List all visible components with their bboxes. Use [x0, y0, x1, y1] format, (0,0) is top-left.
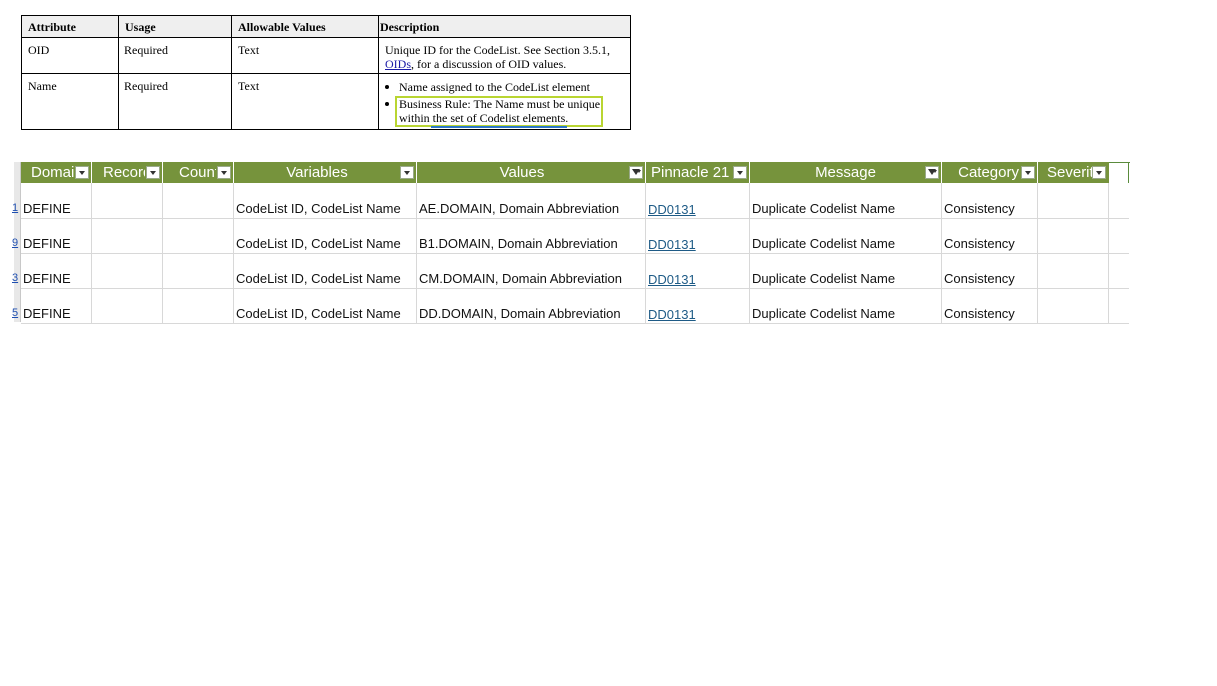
spec-col-divider	[231, 15, 232, 130]
cell-domain[interactable]: DEFINE	[23, 236, 71, 251]
spec-header-row	[21, 15, 631, 38]
spec-cell-usage: Required	[124, 79, 168, 93]
cell-domain[interactable]: DEFINE	[23, 201, 71, 216]
spreadsheet: Domai Record Count Variables Values Pinn…	[0, 162, 1130, 324]
cell-message[interactable]: Duplicate Codelist Name	[752, 201, 895, 216]
col-header-pinnacle-21[interactable]: Pinnacle 21	[651, 162, 733, 183]
cell-category[interactable]: Consistency	[944, 236, 1015, 251]
spec-bullet-text: Name assigned to the CodeList element	[399, 80, 590, 94]
grid-line	[21, 253, 1129, 254]
col-header-values[interactable]: Values	[417, 162, 645, 183]
spec-table: Attribute Usage Allowable Values Descrip…	[21, 15, 631, 130]
cell-message[interactable]: Duplicate Codelist Name	[752, 236, 895, 251]
grid-line	[21, 323, 1129, 324]
spec-header-description: Description	[380, 20, 440, 34]
header-separator	[1037, 162, 1038, 183]
col-header-variables[interactable]: Variables	[234, 162, 416, 183]
row-number[interactable]: 5	[12, 307, 20, 319]
spec-bullet-text: Business Rule: The Name must be unique	[399, 97, 601, 111]
col-header-domain[interactable]: Domai	[31, 162, 75, 183]
col-header-record[interactable]: Record	[103, 162, 145, 183]
chevron-down-icon	[1096, 171, 1102, 175]
oids-link[interactable]: OIDs	[385, 57, 411, 71]
header-separator	[162, 162, 163, 183]
filter-dropdown-pinnacle-21[interactable]	[733, 166, 747, 179]
cell-values[interactable]: CM.DOMAIN, Domain Abbreviation	[419, 271, 622, 286]
row-number[interactable]: 9	[12, 237, 20, 249]
cell-domain[interactable]: DEFINE	[23, 271, 71, 286]
spec-header-usage: Usage	[125, 20, 156, 34]
cell-message[interactable]: Duplicate Codelist Name	[752, 306, 895, 321]
spec-header-allowable-values: Allowable Values	[238, 20, 326, 34]
spec-row-divider	[21, 73, 631, 74]
spec-cell-description: Unique ID for the CodeList. See Section …	[385, 43, 610, 57]
spec-col-divider	[378, 15, 379, 130]
spec-row-divider	[21, 129, 631, 130]
pinnacle-rule-link[interactable]: DD0131	[648, 237, 696, 252]
cell-variables[interactable]: CodeList ID, CodeList Name	[236, 306, 401, 321]
spec-col-divider	[630, 15, 631, 130]
grid-line	[21, 288, 1129, 289]
cell-category[interactable]: Consistency	[944, 271, 1015, 286]
spec-cell-allowable: Text	[238, 43, 260, 57]
cell-border	[1128, 162, 1129, 183]
pinnacle-rule-link[interactable]: DD0131	[648, 307, 696, 322]
spec-cell-allowable: Text	[238, 79, 260, 93]
col-header-count[interactable]: Count	[179, 162, 216, 183]
grid-line	[21, 218, 1129, 219]
bullet-icon	[385, 102, 389, 106]
cell-variables[interactable]: CodeList ID, CodeList Name	[236, 201, 401, 216]
cell-category[interactable]: Consistency	[944, 201, 1015, 216]
cell-variables[interactable]: CodeList ID, CodeList Name	[236, 271, 401, 286]
cell-values[interactable]: DD.DOMAIN, Domain Abbreviation	[419, 306, 621, 321]
spec-col-divider	[21, 15, 22, 130]
chevron-down-icon	[79, 171, 85, 175]
chevron-down-icon	[1025, 171, 1031, 175]
cell-values[interactable]: AE.DOMAIN, Domain Abbreviation	[419, 201, 619, 216]
pinnacle-rule-link[interactable]: DD0131	[648, 272, 696, 287]
row-header-border	[20, 162, 21, 322]
filter-dropdown-count[interactable]	[217, 166, 231, 179]
spec-col-divider	[118, 15, 119, 130]
bullet-icon	[385, 85, 389, 89]
chevron-down-icon	[150, 171, 156, 175]
chevron-down-icon	[933, 170, 937, 173]
chevron-down-icon	[404, 171, 410, 175]
filter-active-values[interactable]	[629, 166, 643, 179]
chevron-down-icon	[637, 170, 641, 173]
spec-header-attribute: Attribute	[28, 20, 76, 34]
col-header-severity[interactable]: Severit	[1047, 162, 1092, 183]
row-number[interactable]: 3	[12, 272, 20, 284]
cell-variables[interactable]: CodeList ID, CodeList Name	[236, 236, 401, 251]
text-selection-underline	[431, 126, 567, 128]
spec-cell-description-rest: , for a discussion of OID values.	[411, 57, 567, 71]
cell-border	[1109, 162, 1130, 163]
header-separator	[91, 162, 92, 183]
filter-dropdown-variables[interactable]	[400, 166, 414, 179]
filter-dropdown-record[interactable]	[146, 166, 160, 179]
filter-dropdown-domain[interactable]	[75, 166, 89, 179]
filter-active-message[interactable]	[925, 166, 939, 179]
spec-cell-attribute: Name	[28, 79, 57, 93]
cell-domain[interactable]: DEFINE	[23, 306, 71, 321]
cell-values[interactable]: B1.DOMAIN, Domain Abbreviation	[419, 236, 618, 251]
filter-dropdown-severity[interactable]	[1092, 166, 1106, 179]
col-header-message[interactable]: Message	[750, 162, 941, 183]
cell-message[interactable]: Duplicate Codelist Name	[752, 271, 895, 286]
col-header-category[interactable]: Category	[942, 162, 1020, 183]
chevron-down-icon	[737, 171, 743, 175]
cell-category[interactable]: Consistency	[944, 306, 1015, 321]
row-number[interactable]: 1	[12, 202, 20, 214]
spec-bullet-text-line2: within the set of Codelist elements.	[399, 111, 569, 125]
spec-cell-description-line2: OIDs, for a discussion of OID values.	[385, 57, 566, 71]
pinnacle-rule-link[interactable]: DD0131	[648, 202, 696, 217]
header-separator	[645, 162, 646, 183]
spec-cell-attribute: OID	[28, 43, 50, 57]
filter-dropdown-category[interactable]	[1021, 166, 1035, 179]
chevron-down-icon	[221, 171, 227, 175]
spec-cell-usage: Required	[124, 43, 168, 57]
